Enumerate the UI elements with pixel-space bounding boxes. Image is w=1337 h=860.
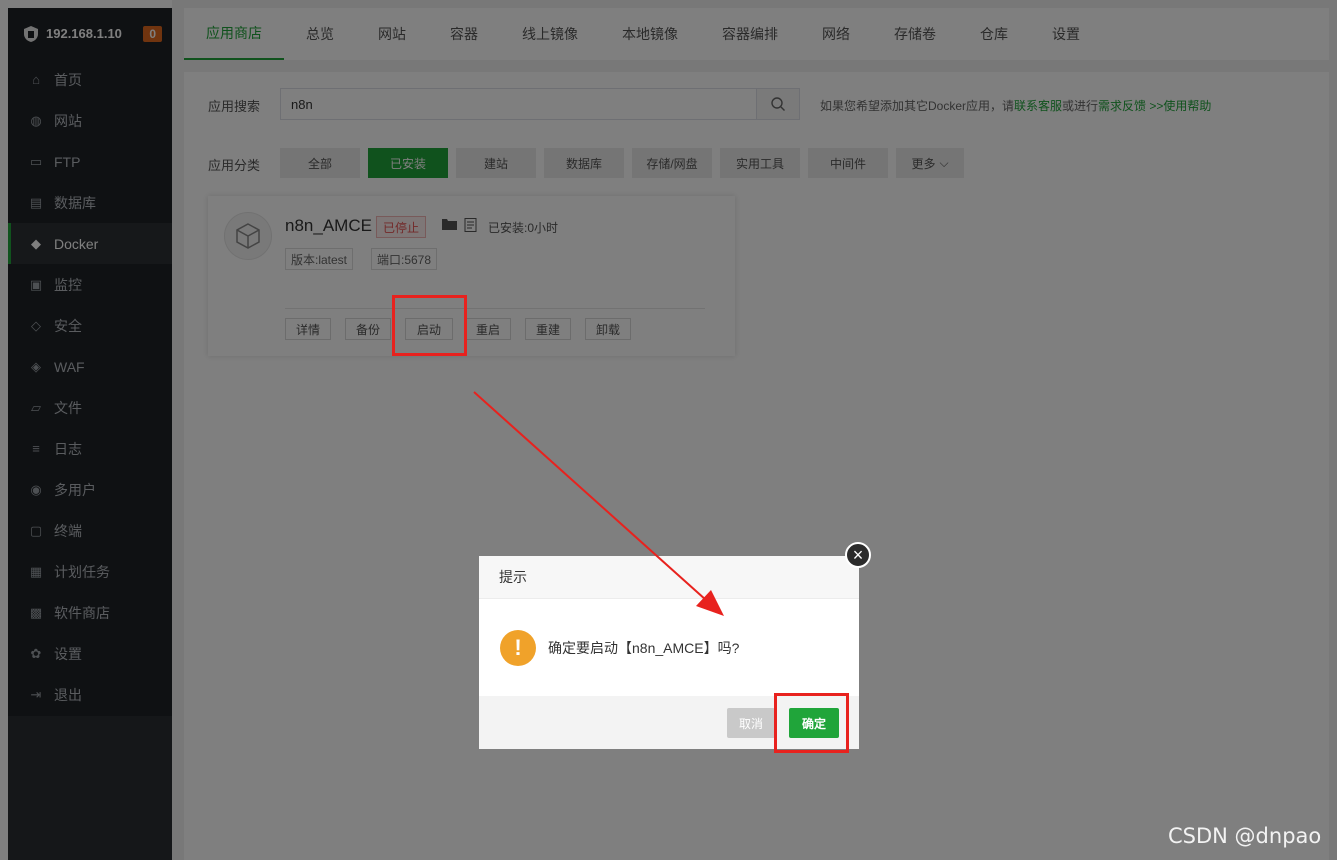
dialog-message: 确定要启动【n8n_AMCE】吗? [548,639,740,656]
cancel-button[interactable]: 取消 [727,708,775,738]
dialog-title: 提示 [479,556,859,599]
start-button-highlight [392,295,467,356]
close-icon[interactable]: × [845,542,871,568]
dialog-body: ! 确定要启动【n8n_AMCE】吗? [479,599,859,696]
watermark: CSDN @dnpao [1168,824,1322,848]
confirm-button-highlight [774,693,849,753]
warning-icon: ! [500,629,536,666]
